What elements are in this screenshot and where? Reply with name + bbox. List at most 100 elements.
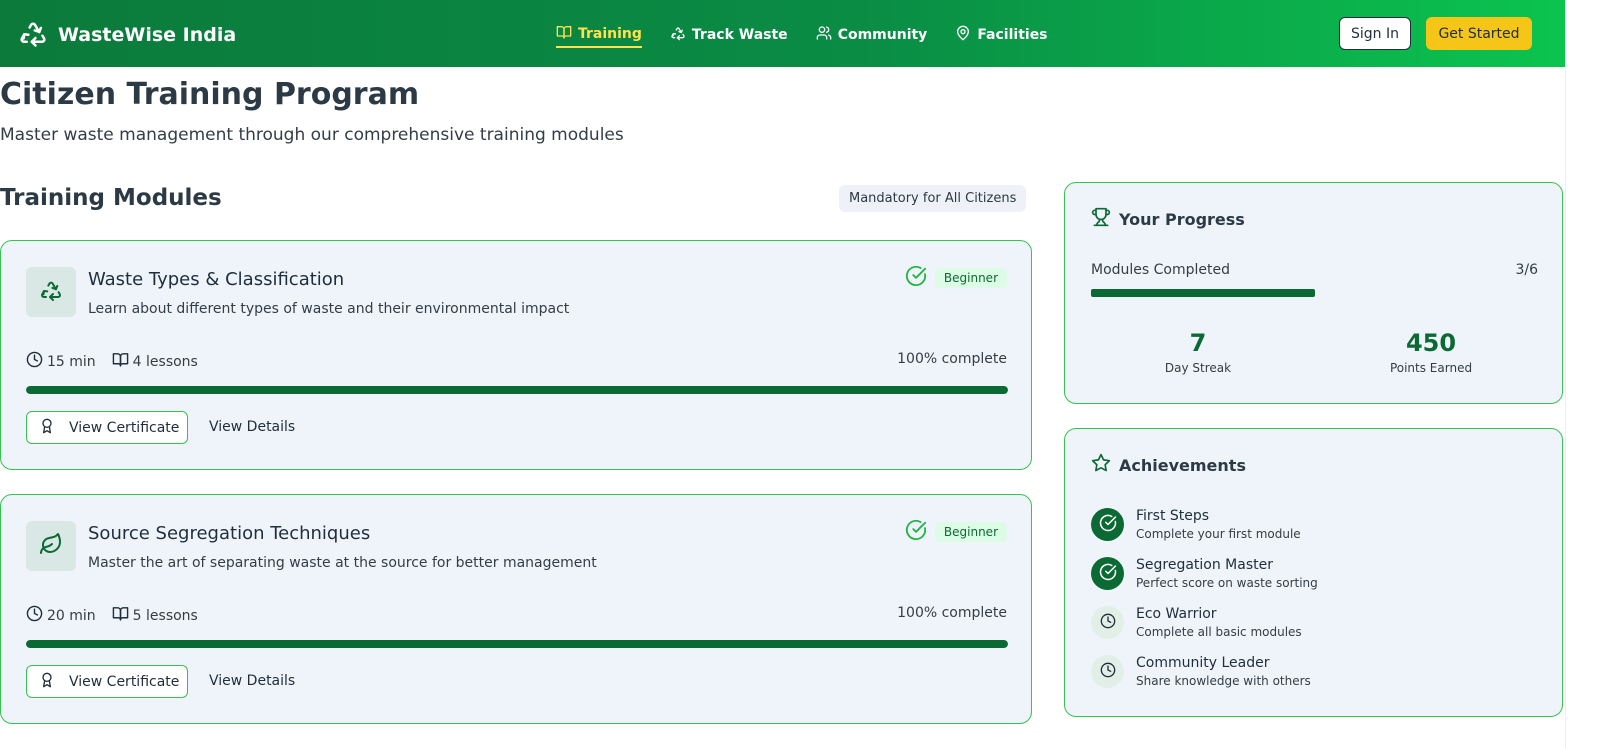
page-title: Citizen Training Program [0, 77, 420, 112]
module-progress-bar [26, 640, 1008, 648]
duration: 20 min [26, 605, 96, 626]
modules-completed-count: 3/6 [1515, 262, 1538, 278]
module-percent: 100% complete [897, 351, 1007, 367]
clock-icon [1100, 662, 1116, 682]
module-title: Waste Types & Classification [88, 269, 345, 290]
module-status: Beginner [905, 519, 1007, 545]
achievement-badge [1091, 557, 1124, 590]
module-card: Source Segregation Techniques Master the… [0, 494, 1032, 724]
nav-training[interactable]: Training [556, 22, 642, 48]
module-progress-bar [26, 386, 1008, 394]
overall-progress-bar [1091, 289, 1539, 297]
day-streak-value: 7 [1189, 329, 1207, 357]
brand-logo[interactable]: WasteWise India [18, 18, 236, 52]
nav-community-label: Community [837, 27, 928, 43]
users-icon [816, 25, 832, 45]
progress-card-title: Your Progress [1119, 209, 1245, 229]
module-progress-fill [26, 386, 1008, 394]
day-streak-stat: 7 Day Streak [1098, 329, 1298, 375]
level-badge: Beginner [934, 522, 1007, 542]
modules-completed-label: Modules Completed [1091, 262, 1231, 278]
nav-community[interactable]: Community [816, 22, 928, 48]
clock-icon [26, 351, 43, 372]
duration-label: 20 min [47, 607, 96, 624]
book-icon [112, 351, 129, 372]
top-navbar: WasteWise India Training Track Waste Com… [0, 0, 1565, 67]
brand-name: WasteWise India [58, 24, 237, 46]
achievement-title: Community Leader [1136, 655, 1270, 671]
points-stat: 450 Points Earned [1331, 329, 1531, 375]
points-value: 450 [1405, 329, 1457, 357]
module-percent: 100% complete [897, 605, 1007, 621]
achievement-description: Share knowledge with others [1136, 674, 1311, 688]
achievement-title: Segregation Master [1136, 557, 1273, 573]
achievements-card-header: Achievements [1091, 453, 1246, 477]
module-description: Learn about different types of waste and… [88, 301, 570, 317]
sign-in-button[interactable]: Sign In [1339, 17, 1411, 50]
achievement-title: Eco Warrior [1136, 606, 1217, 622]
module-card: Waste Types & Classification Learn about… [0, 240, 1032, 470]
day-streak-label: Day Streak [1164, 361, 1232, 375]
module-progress-fill [26, 640, 1008, 648]
achievement-item: Eco Warrior Complete all basic modules [1091, 606, 1302, 639]
map-pin-icon [955, 25, 971, 45]
achievement-title: First Steps [1136, 508, 1210, 524]
star-icon [1091, 453, 1111, 477]
achievement-badge [1091, 508, 1124, 541]
section-title: Training Modules [0, 185, 222, 211]
view-details-link[interactable]: View Details [209, 419, 295, 435]
progress-card: Your Progress Modules Completed 3/6 7 Da… [1064, 182, 1563, 404]
achievement-description: Complete all basic modules [1136, 625, 1302, 639]
award-icon [39, 672, 55, 692]
check-circle-icon [905, 519, 927, 545]
mandatory-badge: Mandatory for All Citizens [839, 185, 1027, 212]
achievement-item: Segregation Master Perfect score on wast… [1091, 557, 1318, 590]
module-description: Master the art of separating waste at th… [88, 555, 597, 571]
nav-facilities-label: Facilities [977, 27, 1048, 43]
nav-track-waste[interactable]: Track Waste [670, 22, 788, 48]
points-label: Points Earned [1389, 361, 1473, 375]
overall-progress-fill [1091, 289, 1315, 297]
view-details-link[interactable]: View Details [209, 673, 295, 689]
achievement-badge [1091, 606, 1124, 639]
module-meta: 20 min 5 lessons [26, 605, 198, 626]
duration-label: 15 min [47, 353, 96, 370]
view-certificate-button[interactable]: View Certificate [26, 411, 188, 444]
level-badge: Beginner [934, 268, 1007, 288]
main-nav: Training Track Waste Community Facilitie… [556, 22, 1076, 48]
module-icon-box [26, 521, 76, 571]
lessons: 5 lessons [112, 605, 198, 626]
leaf-icon [39, 532, 63, 560]
nav-training-label: Training [578, 26, 642, 42]
trophy-icon [1091, 207, 1111, 231]
scrollbar[interactable] [1565, 0, 1600, 749]
achievements-card-title: Achievements [1119, 455, 1246, 475]
clock-icon [1100, 613, 1116, 633]
award-icon [39, 418, 55, 438]
clock-icon [26, 605, 43, 626]
book-icon [112, 605, 129, 626]
check-circle-icon [905, 265, 927, 291]
module-status: Beginner [905, 265, 1007, 291]
achievement-badge [1091, 655, 1124, 688]
lessons-label: 5 lessons [132, 607, 198, 624]
recycle-icon [18, 18, 48, 52]
module-icon-box [26, 267, 76, 317]
module-meta: 15 min 4 lessons [26, 351, 198, 372]
lessons: 4 lessons [112, 351, 198, 372]
nav-track-waste-label: Track Waste [691, 27, 788, 43]
view-certificate-button[interactable]: View Certificate [26, 665, 188, 698]
achievement-description: Complete your first module [1136, 527, 1301, 541]
view-certificate-label: View Certificate [69, 673, 180, 690]
achievement-item: Community Leader Share knowledge with ot… [1091, 655, 1311, 688]
book-icon [556, 24, 572, 44]
check-circle-icon [1099, 514, 1117, 536]
check-circle-icon [1099, 563, 1117, 585]
nav-facilities[interactable]: Facilities [955, 22, 1048, 48]
recycle-icon [670, 25, 686, 45]
module-title: Source Segregation Techniques [88, 523, 371, 544]
achievement-item: First Steps Complete your first module [1091, 508, 1301, 541]
get-started-button[interactable]: Get Started [1426, 17, 1532, 50]
achievement-description: Perfect score on waste sorting [1136, 576, 1318, 590]
duration: 15 min [26, 351, 96, 372]
